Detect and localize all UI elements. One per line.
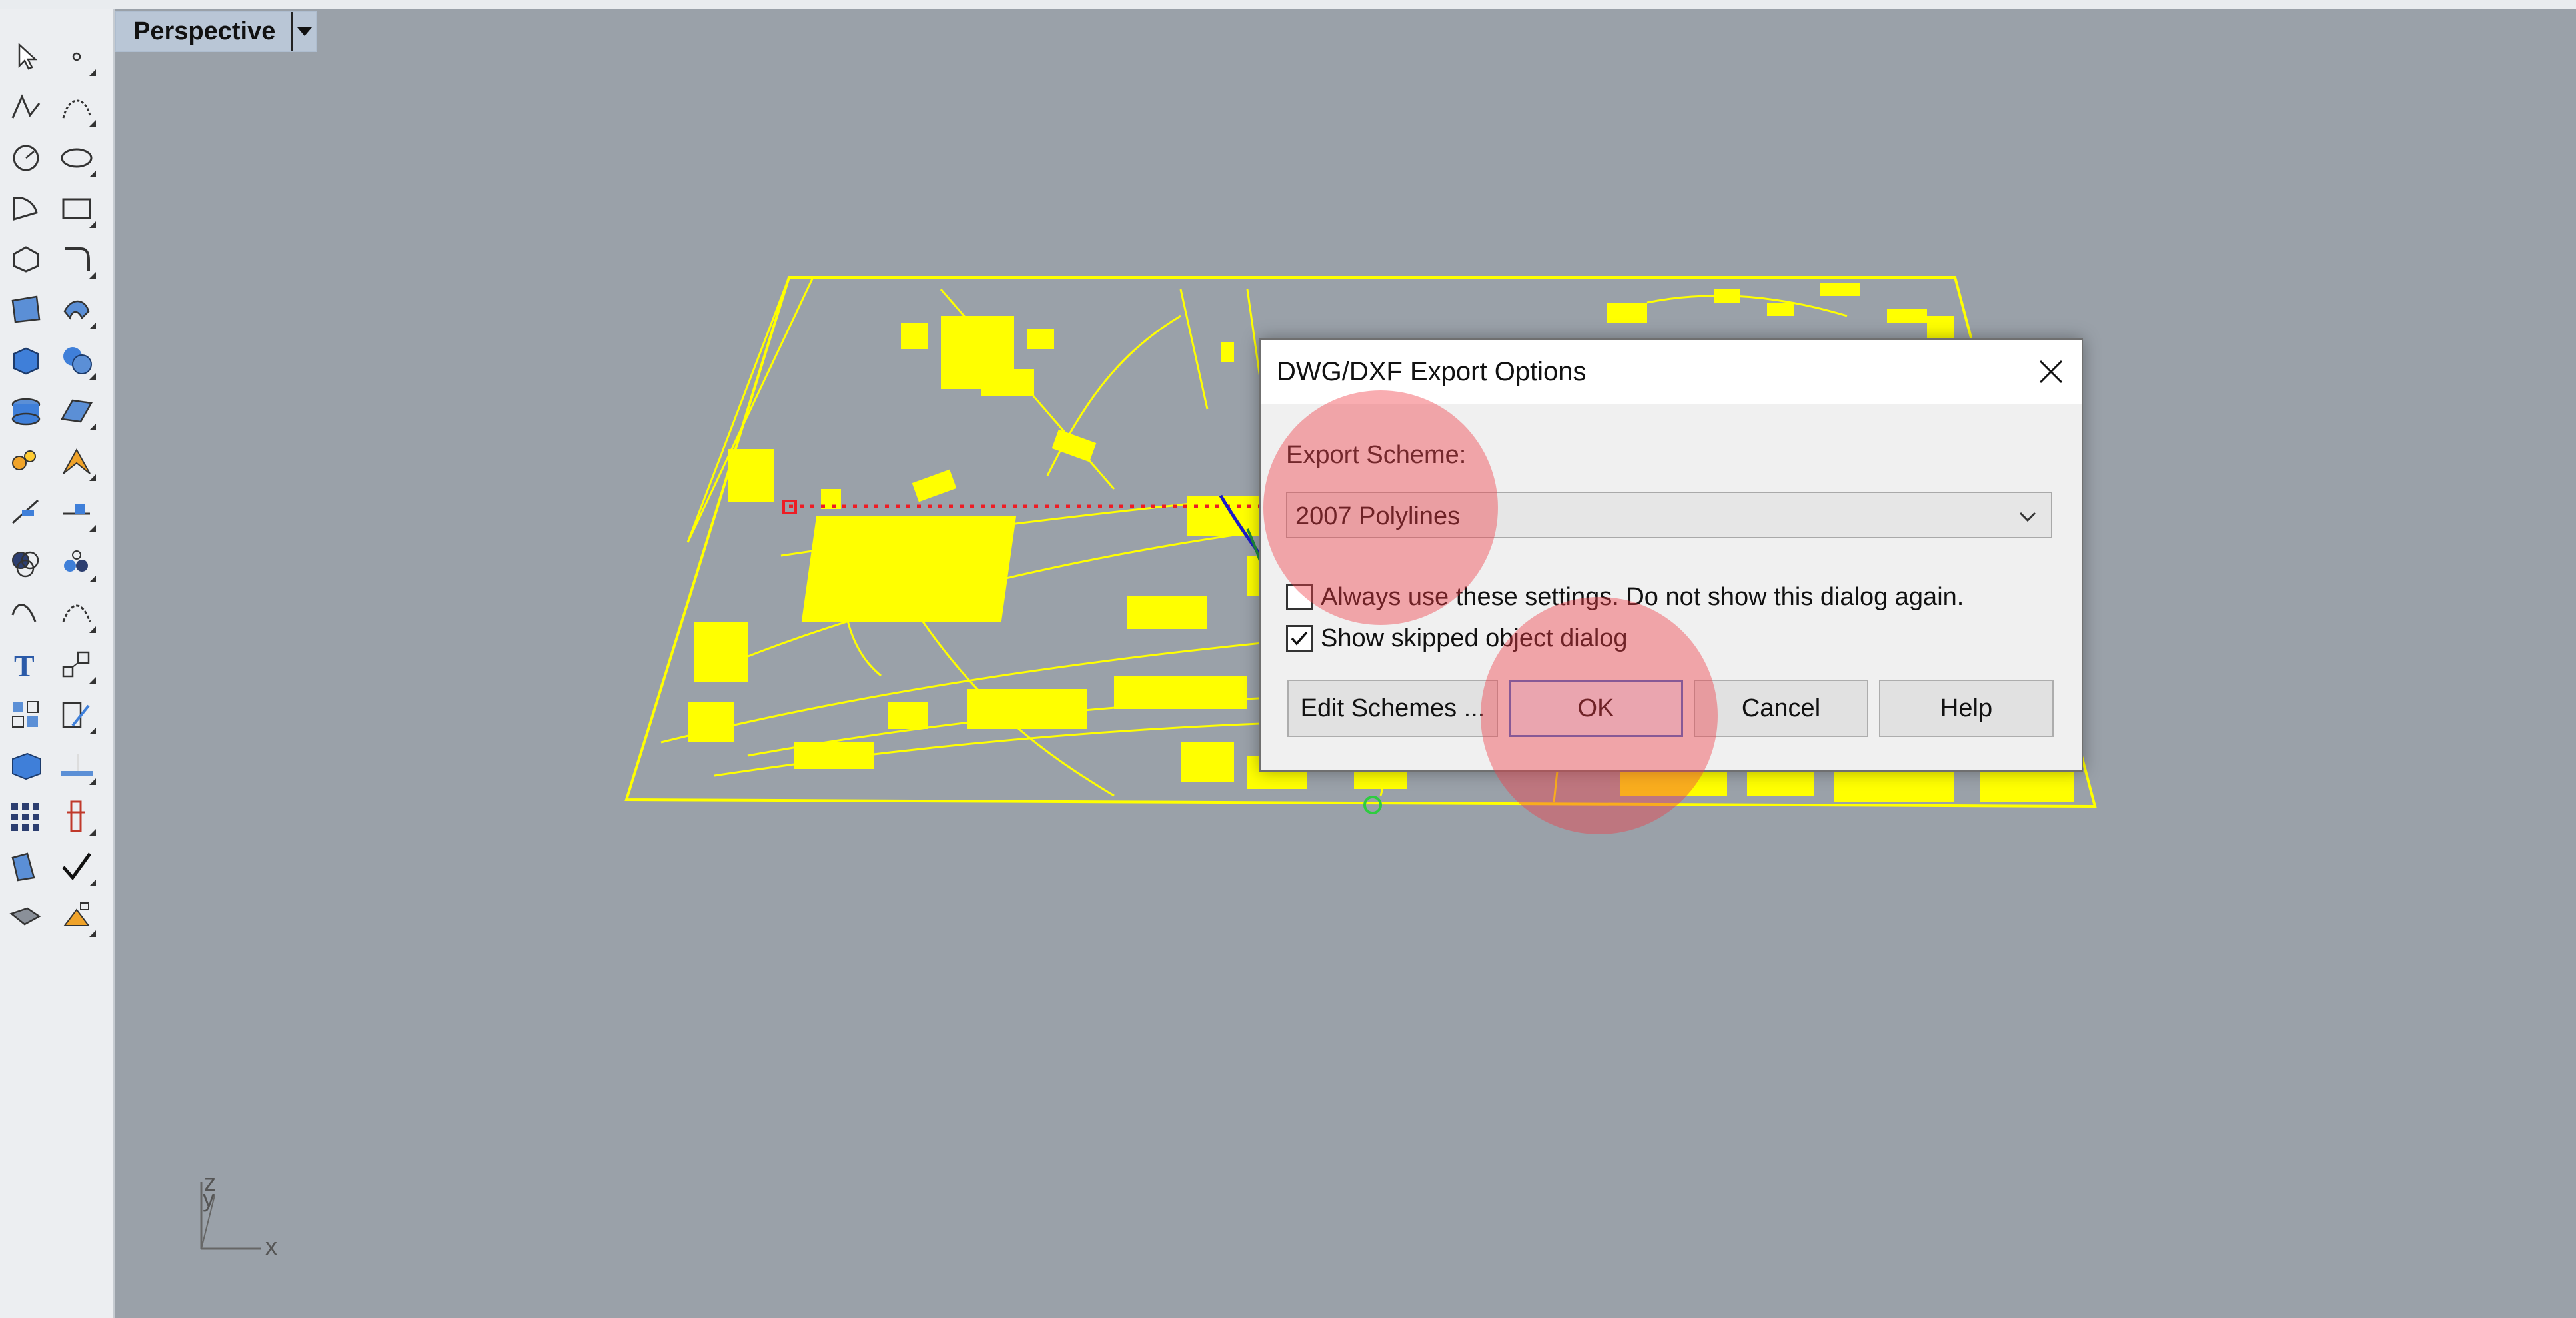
render-icon[interactable]	[5, 846, 47, 888]
group-icon[interactable]	[56, 542, 97, 584]
check-icon[interactable]	[56, 846, 97, 888]
block-icon[interactable]	[5, 745, 47, 786]
text-icon[interactable]: T	[5, 644, 47, 685]
svg-text:T: T	[14, 649, 35, 683]
split-icon[interactable]	[56, 441, 97, 482]
edit-schemes-button[interactable]: Edit Schemes ...	[1287, 680, 1498, 737]
polyline-icon[interactable]	[5, 87, 47, 128]
analysis-icon[interactable]	[56, 796, 97, 837]
material-icon[interactable]	[5, 897, 47, 938]
trim-icon[interactable]	[5, 492, 47, 533]
layer-icon[interactable]	[56, 745, 97, 786]
always-use-label: Always use these settings. Do not show t…	[1321, 582, 1964, 611]
export-scheme-value: 2007 Polylines	[1295, 502, 1461, 530]
cancel-button[interactable]: Cancel	[1694, 680, 1868, 737]
show-skipped-row[interactable]: Show skipped object dialog	[1286, 622, 1628, 654]
curve-icon[interactable]	[56, 87, 97, 128]
export-options-dialog: DWG/DXF Export Options Export Scheme: 20…	[1259, 338, 2083, 772]
ok-button[interactable]: OK	[1509, 680, 1683, 737]
arc-icon[interactable]	[5, 188, 47, 229]
select-arrow-icon[interactable]	[5, 36, 47, 77]
explode-icon[interactable]	[5, 441, 47, 482]
close-icon[interactable]	[2032, 353, 2070, 390]
sphere-icon[interactable]	[56, 340, 97, 381]
point-icon[interactable]	[56, 36, 97, 77]
boolean-icon[interactable]	[5, 542, 47, 584]
viewport-tab[interactable]: Perspective	[115, 11, 317, 52]
polygon-icon[interactable]	[5, 239, 47, 280]
axis-y-label: y	[203, 1185, 215, 1212]
viewport-menu-dropdown-icon[interactable]	[291, 12, 316, 51]
axis-widget: z y x	[188, 1169, 295, 1262]
ellipse-icon[interactable]	[56, 137, 97, 179]
left-toolbar: T	[0, 9, 115, 1318]
surface-icon[interactable]	[5, 289, 47, 330]
blend-icon[interactable]	[56, 593, 97, 634]
always-use-checkbox[interactable]	[1286, 584, 1313, 610]
help-button[interactable]: Help	[1879, 680, 2054, 737]
rectangle-icon[interactable]	[56, 188, 97, 229]
dialog-titlebar[interactable]: DWG/DXF Export Options	[1261, 340, 2082, 404]
plane-surface-icon[interactable]	[56, 390, 97, 432]
show-skipped-checkbox[interactable]	[1286, 625, 1313, 652]
chevron-down-icon	[2019, 512, 2036, 522]
always-use-row[interactable]: Always use these settings. Do not show t…	[1286, 581, 1964, 613]
fillet-icon[interactable]	[56, 239, 97, 280]
dialog-title: DWG/DXF Export Options	[1277, 357, 1587, 386]
viewport-title: Perspective	[133, 17, 276, 45]
export-scheme-select[interactable]: 2007 Polylines	[1286, 492, 2052, 538]
export-scheme-label: Export Scheme:	[1286, 441, 1467, 469]
scale-icon[interactable]	[56, 644, 97, 685]
extrude-icon[interactable]	[5, 390, 47, 432]
show-skipped-label: Show skipped object dialog	[1321, 624, 1628, 652]
circle-icon[interactable]	[5, 137, 47, 179]
paint-icon[interactable]	[56, 897, 97, 938]
box-icon[interactable]	[5, 340, 47, 381]
array-icon[interactable]	[5, 694, 47, 736]
dimension-icon[interactable]	[56, 694, 97, 736]
extend-icon[interactable]	[56, 492, 97, 533]
checkmark-icon	[1291, 631, 1308, 646]
grid-icon[interactable]	[5, 796, 47, 837]
curve-tool-icon[interactable]	[5, 593, 47, 634]
loft-icon[interactable]	[56, 289, 97, 330]
axis-x-label: x	[265, 1233, 277, 1260]
